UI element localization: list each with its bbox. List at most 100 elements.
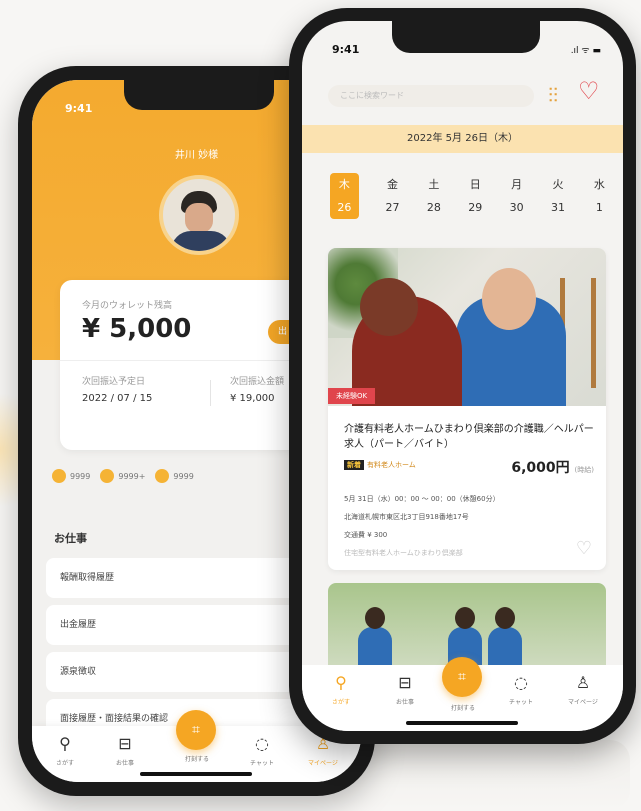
wallet-amount: ¥ 5,000 [82, 314, 192, 344]
notch [124, 80, 274, 110]
nav-label: さがす [55, 760, 74, 767]
day-name: 日 [469, 178, 481, 191]
nav-label: マイページ [568, 699, 598, 706]
nav-chat[interactable]: ◌ チャット [237, 734, 287, 767]
day-date: 28 [426, 201, 441, 214]
day-item[interactable]: 土 28 [413, 173, 454, 219]
nav-mypage[interactable]: ♙ マイページ [558, 673, 608, 706]
day-date: 1 [595, 201, 603, 214]
date-selector: 木 26 金 27 土 28 日 29 月 30 火 31 水1 [330, 173, 620, 219]
nav-clock-in[interactable]: 打刻する [438, 699, 488, 712]
job-tag: 未経験OK [328, 388, 376, 404]
nav-label: チャット [250, 760, 274, 767]
date-bar: 2022年 5月 26日（木） [302, 125, 623, 153]
day-date: 31 [550, 201, 565, 214]
day-item[interactable]: 火 31 [537, 173, 578, 219]
nav-work[interactable]: ⊟ お仕事 [100, 734, 150, 767]
scan-icon[interactable]: ⌗ [176, 710, 216, 750]
heart-icon[interactable]: ♡ [578, 77, 600, 105]
notch [392, 21, 540, 53]
day-name: 月 [511, 178, 523, 191]
job-photo [328, 248, 606, 406]
divider [210, 380, 211, 406]
nav-label: さがす [331, 699, 350, 706]
home-indicator [406, 721, 518, 725]
job-card[interactable]: 未経験OK 介護有料老人ホームひまわり倶楽部の介護職／ヘルパー求人（パート／バイ… [328, 248, 606, 570]
next-amount-value: ¥ 19,000 [230, 393, 275, 404]
search-input[interactable]: ここに検索ワード [328, 85, 534, 107]
day-date: 27 [385, 201, 400, 214]
badge-count: 9999 [173, 471, 194, 481]
facility-type: 新着 有料老人ホーム [344, 460, 416, 470]
nav-label: お仕事 [395, 699, 414, 706]
search-icon: ⚲ [335, 673, 347, 692]
next-date-value: 2022 / 07 / 15 [82, 393, 153, 404]
job-transport: 交通費 ¥ 300 [344, 531, 388, 539]
badge-count: 9999 [70, 471, 91, 481]
day-item[interactable]: 木 26 [330, 173, 359, 219]
smile-icon [100, 469, 115, 483]
status-icons: .ıl ᯤ ▬ [570, 46, 601, 56]
badge: 9999 [52, 469, 90, 483]
nav-search[interactable]: ⚲ さがす [40, 734, 90, 767]
nav-label: お仕事 [115, 760, 134, 767]
next-amount-block: 次回振込金額 ¥ 19,000 [230, 374, 284, 404]
favorite-heart-icon[interactable]: ♡ [576, 538, 592, 559]
day-name: 水 [593, 178, 605, 191]
salary-note: (時給) [574, 466, 594, 474]
job-company: 住宅型有料老人ホームひまわり倶楽部 [344, 549, 463, 557]
day-date: 30 [509, 201, 524, 214]
job-meta-row: 新着 有料老人ホーム 6,000円 (時給) [344, 460, 594, 476]
day-item[interactable]: 水1 [579, 173, 620, 219]
nav-label: チャット [509, 699, 533, 706]
day-name: 火 [552, 178, 564, 191]
search-icon: ⚲ [59, 734, 71, 753]
salary: 6,000円 (時給) [511, 457, 594, 477]
next-date-block: 次回振込予定日 2022 / 07 / 15 [82, 374, 152, 404]
salary-value: 6,000円 [511, 460, 570, 476]
day-name: 木 [338, 178, 350, 191]
badge: 9999+ [100, 469, 145, 483]
nav-label: 打刻する [184, 756, 209, 763]
front-phone: 9:41 .ıl ᯤ ▬ ここに検索ワード ⫶⫶ ♡ 2022年 5月 26日（… [289, 8, 636, 744]
job-title: 介護有料老人ホームひまわり倶楽部の介護職／ヘルパー求人（パート／バイト） [344, 424, 594, 450]
section-title: お仕事 [54, 532, 87, 545]
wallet-label: 今月のウォレット残高 [82, 301, 173, 311]
smile-icon [52, 469, 66, 483]
chat-icon: ◌ [255, 734, 269, 753]
next-date-label: 次回振込予定日 [82, 377, 146, 387]
new-badge: 新着 [344, 460, 364, 470]
smile-icon [155, 469, 170, 483]
day-name: 土 [428, 178, 440, 191]
user-icon: ♙ [575, 673, 591, 692]
filter-icon[interactable]: ⫶⫶ [548, 83, 558, 107]
scan-icon[interactable]: ⌗ [442, 657, 482, 697]
nav-label: 打刻する [450, 705, 475, 712]
day-name: 金 [387, 178, 399, 191]
status-time: 9:41 [332, 43, 360, 56]
nav-chat[interactable]: ◌ チャット [496, 673, 546, 706]
nav-work[interactable]: ⊟ お仕事 [380, 673, 430, 706]
day-date: 29 [468, 201, 483, 214]
nav-label: マイページ [308, 760, 338, 767]
nav-search[interactable]: ⚲ さがす [316, 673, 366, 706]
badge: 9999 [155, 469, 194, 483]
briefcase-icon: ⊟ [118, 734, 132, 753]
phone-reflection [330, 740, 630, 810]
status-time: 9:41 [65, 102, 93, 115]
day-item[interactable]: 月 30 [496, 173, 537, 219]
nav-clock-in[interactable]: 打刻する [172, 750, 222, 763]
job-address: 北海道札幌市東区北3丁目918番地17号 [344, 513, 469, 521]
badge-count: 9999+ [118, 471, 146, 481]
day-date: 26 [337, 201, 352, 214]
facility-type-label: 有料老人ホーム [367, 461, 416, 469]
next-amount-label: 次回振込金額 [230, 377, 285, 387]
day-item[interactable]: 日 29 [455, 173, 496, 219]
day-item[interactable]: 金 27 [372, 173, 413, 219]
chat-icon: ◌ [514, 673, 528, 692]
job-datetime: 5月 31日（水）00：00 ～ 00：00（休憩60分） [344, 495, 500, 503]
badge-row: 9999 9999+ 9999 [52, 469, 194, 483]
home-indicator [140, 772, 252, 776]
avatar[interactable] [159, 175, 239, 255]
briefcase-icon: ⊟ [398, 673, 412, 692]
